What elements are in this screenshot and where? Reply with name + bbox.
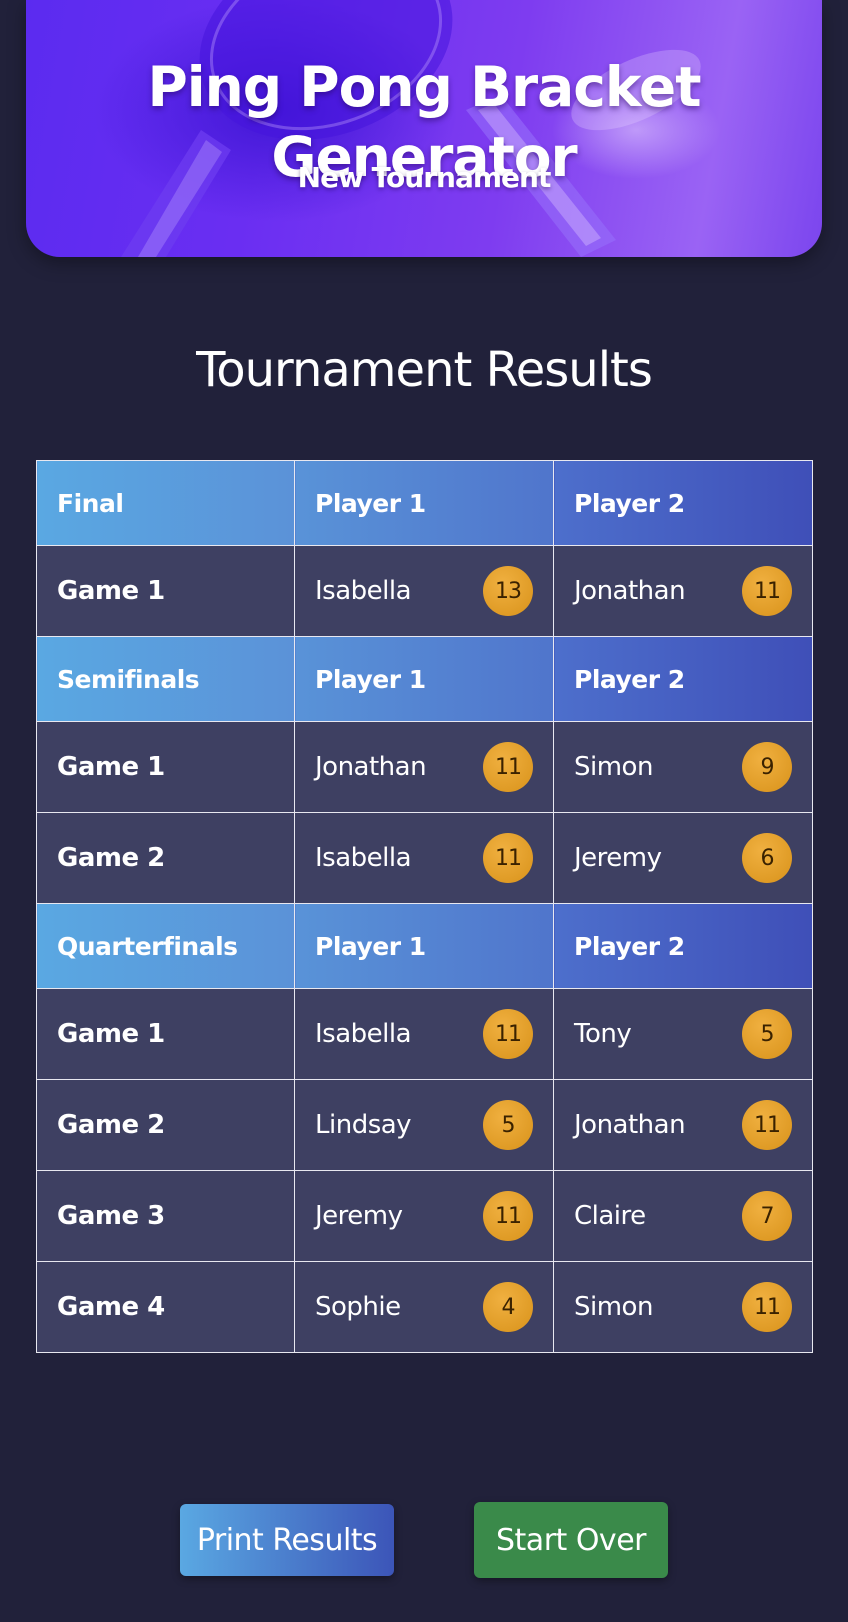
round-header-final: Final Player 1 Player 2 — [36, 460, 813, 546]
table-row: Game 1 Isabella 11 Tony 5 — [36, 988, 813, 1080]
hero-banner: Ping Pong Bracket Generator New Tourname… — [26, 0, 822, 257]
player1-header: Player 1 — [294, 636, 554, 722]
player2-name: Jeremy — [574, 843, 662, 873]
start-over-button[interactable]: Start Over — [474, 1502, 668, 1578]
round-name: Semifinals — [36, 636, 295, 722]
table-row: Game 2 Lindsay 5 Jonathan 11 — [36, 1079, 813, 1171]
game-label: Game 3 — [36, 1170, 295, 1262]
game-label: Game 1 — [36, 988, 295, 1080]
game-label: Game 4 — [36, 1261, 295, 1353]
player1-score-badge: 11 — [483, 833, 533, 883]
player2-score-badge: 11 — [742, 566, 792, 616]
game-label: Game 2 — [36, 1079, 295, 1171]
table-row: Game 2 Isabella 11 Jeremy 6 — [36, 812, 813, 904]
player1-score-badge: 11 — [483, 1191, 533, 1241]
player2-name: Jonathan — [574, 1110, 686, 1140]
round-header-semifinals: Semifinals Player 1 Player 2 — [36, 636, 813, 722]
player1-name: Jonathan — [315, 752, 427, 782]
player2-score-badge: 7 — [742, 1191, 792, 1241]
player2-score-badge: 6 — [742, 833, 792, 883]
player2-name: Tony — [574, 1019, 632, 1049]
player2-name: Jonathan — [574, 576, 686, 606]
player1-score-badge: 4 — [483, 1282, 533, 1332]
table-row: Game 1 Isabella 13 Jonathan 11 — [36, 545, 813, 637]
player2-name: Simon — [574, 752, 653, 782]
results-table: Final Player 1 Player 2 Game 1 Isabella 1… — [36, 460, 813, 1353]
player2-name: Claire — [574, 1201, 646, 1231]
tournament-name: New Tournament — [297, 161, 552, 194]
player1-header: Player 1 — [294, 903, 554, 989]
player2-header: Player 2 — [553, 460, 813, 546]
results-title: Tournament Results — [196, 342, 653, 398]
player1-name: Isabella — [315, 576, 412, 606]
player2-score-badge: 11 — [742, 1282, 792, 1332]
player2-header: Player 2 — [553, 903, 813, 989]
player2-header: Player 2 — [553, 636, 813, 722]
player1-name: Isabella — [315, 1019, 412, 1049]
print-results-button[interactable]: Print Results — [180, 1504, 394, 1576]
round-header-quarterfinals: Quarterfinals Player 1 Player 2 — [36, 903, 813, 989]
table-row: Game 4 Sophie 4 Simon 11 — [36, 1261, 813, 1353]
game-label: Game 1 — [36, 545, 295, 637]
table-row: Game 1 Jonathan 11 Simon 9 — [36, 721, 813, 813]
game-label: Game 1 — [36, 721, 295, 813]
player1-score-badge: 11 — [483, 1009, 533, 1059]
round-name: Final — [36, 460, 295, 546]
player2-score-badge: 9 — [742, 742, 792, 792]
round-name: Quarterfinals — [36, 903, 295, 989]
player1-name: Sophie — [315, 1292, 401, 1322]
player1-score-badge: 5 — [483, 1100, 533, 1150]
player1-score-badge: 11 — [483, 742, 533, 792]
game-label: Game 2 — [36, 812, 295, 904]
table-row: Game 3 Jeremy 11 Claire 7 — [36, 1170, 813, 1262]
player1-score-badge: 13 — [483, 566, 533, 616]
player2-name: Simon — [574, 1292, 653, 1322]
player2-score-badge: 11 — [742, 1100, 792, 1150]
player2-score-badge: 5 — [742, 1009, 792, 1059]
player1-name: Lindsay — [315, 1110, 412, 1140]
player1-name: Isabella — [315, 843, 412, 873]
player1-name: Jeremy — [315, 1201, 403, 1231]
player1-header: Player 1 — [294, 460, 554, 546]
